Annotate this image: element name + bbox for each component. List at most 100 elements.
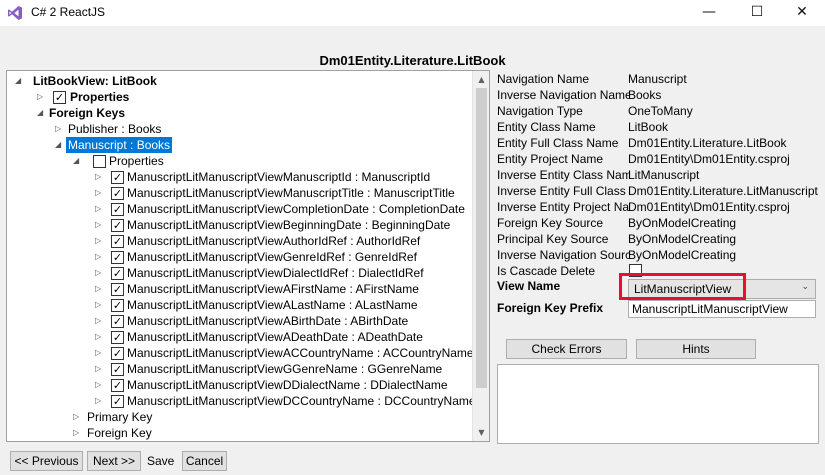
- expand-icon[interactable]: ▷: [95, 233, 101, 249]
- tree-foreign-key-label[interactable]: Foreign Key: [87, 425, 152, 441]
- expand-icon[interactable]: ▷: [95, 313, 101, 329]
- tree-field-label[interactable]: ManuscriptLitManuscriptViewCompletionDat…: [127, 201, 465, 217]
- property-label: Inverse Navigation Source: [497, 248, 629, 262]
- expand-icon[interactable]: ▷: [95, 217, 101, 233]
- field-checkbox[interactable]: ✓: [111, 331, 124, 344]
- tree-field-label[interactable]: ManuscriptLitManuscriptViewManuscriptTit…: [127, 185, 455, 201]
- tree-field-label[interactable]: ManuscriptLitManuscriptViewAuthorIdRef :…: [127, 233, 420, 249]
- minimize-button[interactable]: —: [686, 0, 732, 26]
- tree-field-label[interactable]: ManuscriptLitManuscriptViewManuscriptId …: [127, 169, 430, 185]
- expand-icon[interactable]: ▷: [95, 345, 101, 361]
- expand-icon[interactable]: ▷: [73, 409, 79, 425]
- field-checkbox[interactable]: ✓: [111, 219, 124, 232]
- scroll-up-arrow-icon[interactable]: ▲: [473, 71, 489, 88]
- property-label: Is Cascade Delete: [497, 264, 596, 278]
- expand-icon[interactable]: ▷: [55, 121, 61, 137]
- chevron-down-icon: ⌄: [801, 282, 809, 292]
- field-checkbox[interactable]: ✓: [111, 251, 124, 264]
- tree-field-label[interactable]: ManuscriptLitManuscriptViewGenreIdRef : …: [127, 249, 417, 265]
- property-label: Navigation Name: [497, 72, 590, 86]
- field-checkbox[interactable]: ✓: [111, 395, 124, 408]
- expand-icon[interactable]: ▷: [95, 297, 101, 313]
- expand-icon[interactable]: ▷: [73, 425, 79, 441]
- property-value: Dm01Entity.Literature.LitBook: [628, 136, 787, 150]
- cancel-button[interactable]: Cancel: [182, 451, 227, 471]
- expand-icon[interactable]: ▷: [95, 249, 101, 265]
- maximize-button[interactable]: ☐: [734, 0, 780, 26]
- tree-foreign-keys-label[interactable]: Foreign Keys: [49, 105, 125, 121]
- highlight-annotation: [619, 273, 746, 300]
- tree-scrollbar[interactable]: ▲ ▼: [472, 71, 489, 441]
- field-checkbox[interactable]: ✓: [111, 203, 124, 216]
- field-checkbox[interactable]: ✓: [111, 171, 124, 184]
- errors-output[interactable]: [497, 364, 819, 444]
- property-value: Dm01Entity\Dm01Entity.csproj: [628, 200, 790, 214]
- tree-field-label[interactable]: ManuscriptLitManuscriptViewDCCountryName…: [127, 393, 476, 409]
- property-value: LitManuscript: [628, 168, 700, 182]
- expand-icon[interactable]: ▷: [95, 377, 101, 393]
- expand-icon[interactable]: ▷: [37, 89, 43, 105]
- scroll-thumb[interactable]: [476, 88, 487, 388]
- hints-button[interactable]: Hints: [636, 339, 756, 359]
- properties-checkbox[interactable]: ✓: [53, 91, 66, 104]
- expand-icon[interactable]: ▷: [95, 169, 101, 185]
- expand-icon[interactable]: ▷: [95, 281, 101, 297]
- field-checkbox[interactable]: ✓: [111, 315, 124, 328]
- field-checkbox[interactable]: ✓: [111, 187, 124, 200]
- tree-properties-label[interactable]: Properties: [70, 89, 129, 105]
- check-errors-button[interactable]: Check Errors: [506, 339, 627, 359]
- tree-field-label[interactable]: ManuscriptLitManuscriptViewACCountryName…: [127, 345, 474, 361]
- tree-field-label[interactable]: ManuscriptLitManuscriptViewALastName : A…: [127, 297, 418, 313]
- tree-field-label[interactable]: ManuscriptLitManuscriptViewDialectIdRef …: [127, 265, 424, 281]
- tree-manuscript-properties-label[interactable]: Properties: [109, 153, 164, 169]
- tree-manuscript-label[interactable]: Manuscript : Books: [66, 137, 173, 153]
- tree-field-label[interactable]: ManuscriptLitManuscriptViewDDialectName …: [127, 377, 448, 393]
- tree-field-label[interactable]: ManuscriptLitManuscriptViewAFirstName : …: [127, 281, 419, 297]
- scroll-down-arrow-icon[interactable]: ▼: [473, 424, 489, 441]
- property-label: Entity Class Name: [497, 120, 596, 134]
- foreign-key-prefix-value: ManuscriptLitManuscriptView: [632, 302, 788, 316]
- property-label: Inverse Entity Class Name: [497, 168, 629, 182]
- expand-icon[interactable]: ▷: [95, 361, 101, 377]
- tree-field-label[interactable]: ManuscriptLitManuscriptViewABirthDate : …: [127, 313, 408, 329]
- field-checkbox[interactable]: ✓: [111, 267, 124, 280]
- save-button[interactable]: Save: [147, 451, 174, 471]
- property-label: Inverse Navigation Name: [497, 88, 629, 102]
- field-checkbox[interactable]: ✓: [111, 235, 124, 248]
- property-value: Manuscript: [628, 72, 687, 86]
- field-checkbox[interactable]: ✓: [111, 363, 124, 376]
- collapse-icon[interactable]: ◢: [55, 137, 61, 153]
- field-checkbox[interactable]: ✓: [111, 347, 124, 360]
- expand-icon[interactable]: ▷: [95, 201, 101, 217]
- collapse-icon[interactable]: ◢: [73, 153, 79, 169]
- expand-icon[interactable]: ▷: [95, 185, 101, 201]
- property-value: Books: [628, 88, 662, 102]
- property-label: Entity Project Name: [497, 152, 604, 166]
- collapse-icon[interactable]: ◢: [15, 73, 21, 89]
- tree-field-label[interactable]: ManuscriptLitManuscriptViewGGenreName : …: [127, 361, 442, 377]
- property-value: ByOnModelCreating: [628, 216, 737, 230]
- foreign-key-prefix-input[interactable]: ManuscriptLitManuscriptView: [628, 300, 816, 318]
- previous-button[interactable]: << Previous: [10, 451, 83, 471]
- tree-field-label[interactable]: ManuscriptLitManuscriptViewBeginningDate…: [127, 217, 450, 233]
- tree-root-label[interactable]: LitBookView: LitBook: [33, 73, 157, 89]
- tree-publisher-label[interactable]: Publisher : Books: [68, 121, 161, 137]
- tree-primary-key-label[interactable]: Primary Key: [87, 409, 152, 425]
- field-checkbox[interactable]: ✓: [111, 283, 124, 296]
- field-checkbox[interactable]: ✓: [111, 379, 124, 392]
- field-checkbox[interactable]: ✓: [111, 299, 124, 312]
- next-button[interactable]: Next >>: [87, 451, 141, 471]
- expand-icon[interactable]: ▷: [95, 393, 101, 409]
- property-value: Dm01Entity.Literature.LitManuscript: [628, 184, 818, 198]
- property-label: Principal Key Source: [497, 232, 609, 246]
- expand-icon[interactable]: ▷: [95, 329, 101, 345]
- visual-studio-icon: [8, 6, 22, 20]
- manuscript-properties-checkbox[interactable]: [93, 155, 106, 168]
- tree-field-label[interactable]: ManuscriptLitManuscriptViewADeathDate : …: [127, 329, 423, 345]
- close-button[interactable]: ✕: [779, 0, 825, 26]
- expand-icon[interactable]: ▷: [95, 265, 101, 281]
- property-label: Navigation Type: [497, 104, 583, 118]
- collapse-icon[interactable]: ◢: [37, 105, 43, 121]
- property-label: Inverse Entity Full Class Name: [497, 184, 629, 198]
- tree-view[interactable]: ◢ LitBookView: LitBook ▷ ✓ Properties ◢ …: [6, 70, 490, 442]
